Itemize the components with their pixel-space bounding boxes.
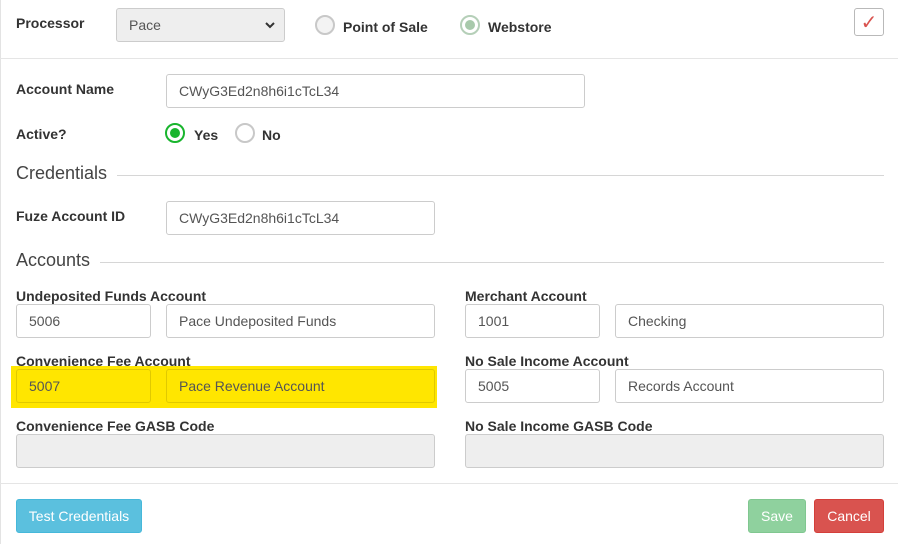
account-name-input[interactable]: CWyG3Ed2n8h6i1cTcL34 <box>166 74 585 108</box>
no-sale-name-input[interactable]: Records Account <box>615 369 884 403</box>
processor-label: Processor <box>16 15 85 31</box>
credentials-rule <box>117 175 884 176</box>
no-sale-number-input[interactable]: 5005 <box>465 369 600 403</box>
left-border <box>0 0 1 544</box>
save-button[interactable]: Save <box>748 499 806 533</box>
convenience-fee-gasb-input[interactable] <box>16 434 435 468</box>
accounts-title: Accounts <box>16 250 91 270</box>
convenience-fee-gasb-label: Convenience Fee GASB Code <box>16 418 215 434</box>
footer-divider <box>0 483 898 484</box>
cancel-button[interactable]: Cancel <box>814 499 884 533</box>
active-no-label: No <box>262 127 281 143</box>
convenience-fee-name-input[interactable]: Pace Revenue Account <box>166 369 435 403</box>
fuze-account-id-input[interactable]: CWyG3Ed2n8h6i1cTcL34 <box>166 201 435 235</box>
active-yes-label: Yes <box>194 127 219 143</box>
chevron-down-icon <box>264 9 276 41</box>
undeposited-number-input[interactable]: 5006 <box>16 304 151 338</box>
test-credentials-button[interactable]: Test Credentials <box>16 499 142 533</box>
processor-select-value: Pace <box>129 17 161 33</box>
undeposited-funds-label: Undeposited Funds Account <box>16 288 207 304</box>
merchant-name-input[interactable]: Checking <box>615 304 884 338</box>
no-sale-gasb-label: No Sale Income GASB Code <box>465 418 653 434</box>
no-sale-gasb-input[interactable] <box>465 434 884 468</box>
point-of-sale-label: Point of Sale <box>343 19 428 35</box>
undeposited-name-input[interactable]: Pace Undeposited Funds <box>166 304 435 338</box>
active-label: Active? <box>16 126 67 142</box>
active-yes-radio[interactable] <box>165 123 185 143</box>
accounts-rule <box>100 262 884 263</box>
webstore-radio[interactable] <box>460 15 480 35</box>
convenience-fee-number-input[interactable]: 5007 <box>16 369 151 403</box>
merchant-account-label: Merchant Account <box>465 288 587 304</box>
fuze-account-id-label: Fuze Account ID <box>16 208 126 224</box>
no-sale-income-label: No Sale Income Account <box>465 353 629 369</box>
webstore-label: Webstore <box>488 19 552 35</box>
account-name-label: Account Name <box>16 81 115 97</box>
active-no-radio[interactable] <box>235 123 255 143</box>
credentials-title: Credentials <box>16 163 108 183</box>
processor-select[interactable]: Pace <box>116 8 285 42</box>
point-of-sale-radio[interactable] <box>315 15 335 35</box>
checkmark-button[interactable]: ✓ <box>854 8 884 36</box>
check-icon: ✓ <box>860 10 878 34</box>
merchant-number-input[interactable]: 1001 <box>465 304 600 338</box>
header-divider <box>0 58 898 59</box>
